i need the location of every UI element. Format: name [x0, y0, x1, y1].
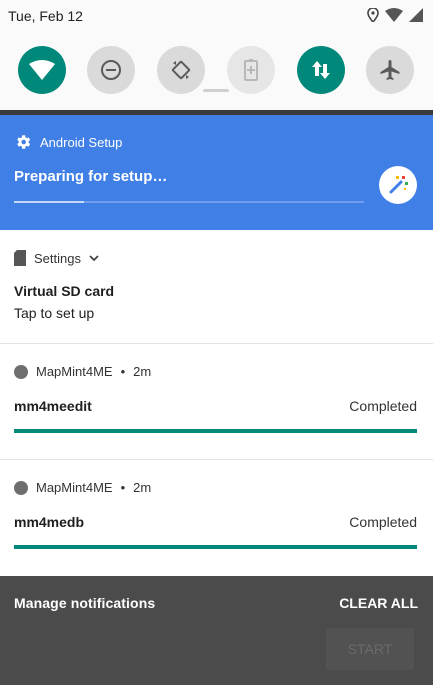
location-icon — [367, 8, 379, 22]
manage-notifications-button[interactable]: Manage notifications — [14, 595, 155, 611]
clear-all-button[interactable]: CLEAR ALL — [339, 595, 418, 611]
download-title: mm4medb — [14, 514, 85, 530]
app-dot-icon — [14, 480, 28, 495]
download-time: 2m — [133, 480, 152, 495]
mobile-data-tile[interactable] — [297, 46, 345, 94]
sd-title: Virtual SD card — [14, 283, 115, 299]
download-time: 2m — [133, 364, 152, 379]
sd-header: Settings — [14, 250, 99, 266]
airplane-icon — [380, 60, 400, 80]
rotate-icon — [171, 60, 191, 80]
cell-signal-icon — [409, 8, 423, 22]
dnd-icon — [101, 60, 121, 80]
magic-wand-icon — [389, 176, 408, 194]
header-separator: • — [120, 364, 126, 379]
drag-handle[interactable] — [203, 89, 229, 92]
battery-saver-tile[interactable] — [227, 46, 275, 94]
sd-app-name: Settings — [34, 250, 81, 266]
notification-footer: Manage notifications CLEAR ALL START — [0, 576, 433, 685]
sd-card-icon — [14, 250, 26, 266]
download-progress-bar — [14, 545, 417, 549]
download-status: Completed — [349, 514, 417, 530]
setup-wand-badge — [379, 166, 417, 204]
download-notification-1[interactable]: MapMint4ME • 2m mm4meedit Completed — [0, 344, 433, 459]
android-setup-notification[interactable]: Android Setup Preparing for setup… — [0, 115, 433, 230]
download-app-name: MapMint4ME — [36, 364, 113, 379]
setup-title: Preparing for setup… — [14, 168, 168, 185]
do-not-disturb-tile[interactable] — [87, 46, 135, 94]
setup-progress-fill — [14, 201, 84, 203]
start-button[interactable]: START — [326, 628, 414, 670]
status-icons — [367, 8, 423, 22]
download-header: MapMint4ME • 2m — [14, 480, 151, 495]
download-app-name: MapMint4ME — [36, 480, 113, 495]
setup-app-name: Android Setup — [40, 134, 123, 150]
app-dot-icon — [14, 364, 28, 379]
gear-icon — [17, 135, 31, 149]
wifi-signal-icon — [385, 8, 403, 22]
sd-text: Tap to set up — [14, 305, 95, 321]
wifi-tile[interactable] — [18, 46, 66, 94]
battery-icon — [244, 59, 258, 81]
download-progress-bar — [14, 429, 417, 433]
auto-rotate-tile[interactable] — [157, 46, 205, 94]
download-status: Completed — [349, 398, 417, 414]
download-header: MapMint4ME • 2m — [14, 364, 151, 379]
status-bar: Tue, Feb 12 — [0, 0, 433, 32]
wifi-icon — [29, 60, 55, 80]
chevron-down-icon[interactable] — [89, 254, 99, 262]
sd-card-notification[interactable]: Settings Virtual SD card Tap to set up — [0, 230, 433, 343]
download-notification-2[interactable]: MapMint4ME • 2m mm4medb Completed — [0, 460, 433, 576]
airplane-mode-tile[interactable] — [366, 46, 414, 94]
quick-settings-panel: Tue, Feb 12 — [0, 0, 433, 110]
header-separator: • — [120, 480, 126, 495]
status-date: Tue, Feb 12 — [8, 8, 83, 24]
data-arrows-icon — [312, 61, 330, 79]
download-title: mm4meedit — [14, 398, 92, 414]
quick-settings-tiles — [0, 46, 433, 94]
setup-header: Android Setup — [14, 133, 122, 151]
